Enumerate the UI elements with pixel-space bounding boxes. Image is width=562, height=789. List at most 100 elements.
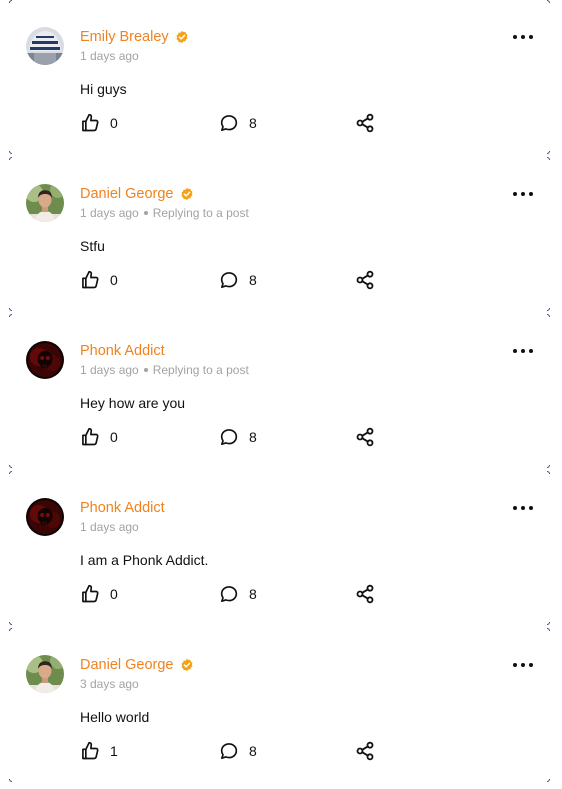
comment-button[interactable]: 8 xyxy=(219,741,257,761)
more-horizontal-icon xyxy=(513,192,517,196)
card-corner xyxy=(547,471,550,474)
post-text: Hi guys xyxy=(80,81,127,97)
author-row: Emily Brealey xyxy=(80,28,189,46)
comment-button[interactable]: 8 xyxy=(219,270,257,290)
like-count: 0 xyxy=(110,272,118,288)
more-horizontal-icon xyxy=(513,349,517,353)
like-button[interactable]: 0 xyxy=(80,427,118,447)
post-text: I am a Phonk Addict. xyxy=(80,552,209,568)
post-timestamp: 1 days ago xyxy=(80,363,139,377)
author-name[interactable]: Phonk Addict xyxy=(80,342,165,360)
comment-count: 8 xyxy=(249,115,257,131)
post-meta: 3 days ago xyxy=(80,677,139,691)
post-actions: 0 8 xyxy=(80,113,380,133)
card-corner xyxy=(547,0,550,3)
like-button[interactable]: 0 xyxy=(80,113,118,133)
more-horizontal-icon xyxy=(529,506,533,510)
author-row: Phonk Addict xyxy=(80,342,165,360)
more-options-button[interactable] xyxy=(513,661,533,669)
post-card: Phonk Addict 1 days ago Replying to a po… xyxy=(0,314,562,471)
more-horizontal-icon xyxy=(521,663,525,667)
thumbs-up-icon xyxy=(80,584,100,604)
post-meta: 1 days ago Replying to a post xyxy=(80,363,249,377)
post-actions: 0 8 xyxy=(80,584,380,604)
post-actions: 0 8 xyxy=(80,270,380,290)
post-text: Hey how are you xyxy=(80,395,186,411)
card-corner xyxy=(547,157,550,160)
meta-separator-dot xyxy=(143,368,148,372)
comment-bubble-icon xyxy=(219,427,239,447)
author-name[interactable]: Daniel George xyxy=(80,656,174,674)
share-button[interactable] xyxy=(355,427,375,447)
card-corner xyxy=(9,308,12,311)
post-feed: Emily Brealey 1 days ago Hi guys 0 8 Dan… xyxy=(0,0,562,785)
author-name[interactable]: Emily Brealey xyxy=(80,28,169,46)
card-corner xyxy=(9,622,12,625)
post-card: Phonk Addict 1 days ago I am a Phonk Add… xyxy=(0,471,562,628)
comment-button[interactable]: 8 xyxy=(219,113,257,133)
share-button[interactable] xyxy=(355,270,375,290)
card-corner xyxy=(9,0,12,3)
comment-bubble-icon xyxy=(219,270,239,290)
card-corner xyxy=(9,157,12,160)
author-name[interactable]: Phonk Addict xyxy=(80,499,165,517)
more-horizontal-icon xyxy=(521,349,525,353)
comment-button[interactable]: 8 xyxy=(219,584,257,604)
post-card: Emily Brealey 1 days ago Hi guys 0 8 xyxy=(0,0,562,157)
like-count: 1 xyxy=(110,743,118,759)
thumbs-up-icon xyxy=(80,270,100,290)
avatar[interactable] xyxy=(26,655,64,693)
more-horizontal-icon xyxy=(513,35,517,39)
more-options-button[interactable] xyxy=(513,33,533,41)
verified-badge-icon xyxy=(180,187,194,201)
avatar[interactable] xyxy=(26,498,64,536)
more-horizontal-icon xyxy=(513,663,517,667)
like-button[interactable]: 0 xyxy=(80,584,118,604)
card-corner xyxy=(9,471,12,474)
more-horizontal-icon xyxy=(521,506,525,510)
card-corner xyxy=(9,779,12,782)
post-meta: 1 days ago Replying to a post xyxy=(80,206,249,220)
thumbs-up-icon xyxy=(80,113,100,133)
card-corner xyxy=(547,622,550,625)
card-corner xyxy=(547,628,550,631)
like-count: 0 xyxy=(110,429,118,445)
card-corner xyxy=(9,628,12,631)
author-name[interactable]: Daniel George xyxy=(80,185,174,203)
share-icon xyxy=(355,113,375,133)
card-corner xyxy=(547,308,550,311)
author-row: Daniel George xyxy=(80,185,194,203)
thumbs-up-icon xyxy=(80,427,100,447)
more-options-button[interactable] xyxy=(513,347,533,355)
comment-count: 8 xyxy=(249,272,257,288)
share-button[interactable] xyxy=(355,113,375,133)
share-button[interactable] xyxy=(355,741,375,761)
more-horizontal-icon xyxy=(529,192,533,196)
avatar[interactable] xyxy=(26,27,64,65)
more-horizontal-icon xyxy=(521,192,525,196)
reply-note[interactable]: Replying to a post xyxy=(153,363,249,377)
share-icon xyxy=(355,270,375,290)
comment-bubble-icon xyxy=(219,741,239,761)
share-icon xyxy=(355,584,375,604)
more-horizontal-icon xyxy=(513,506,517,510)
card-corner xyxy=(547,151,550,154)
comment-button[interactable]: 8 xyxy=(219,427,257,447)
avatar[interactable] xyxy=(26,184,64,222)
card-corner xyxy=(9,151,12,154)
author-row: Phonk Addict xyxy=(80,499,165,517)
more-options-button[interactable] xyxy=(513,190,533,198)
post-card: Daniel George 3 days ago Hello world 1 8 xyxy=(0,628,562,785)
share-button[interactable] xyxy=(355,584,375,604)
post-text: Stfu xyxy=(80,238,105,254)
avatar[interactable] xyxy=(26,341,64,379)
like-count: 0 xyxy=(110,586,118,602)
more-options-button[interactable] xyxy=(513,504,533,512)
post-timestamp: 3 days ago xyxy=(80,677,139,691)
like-button[interactable]: 0 xyxy=(80,270,118,290)
comment-bubble-icon xyxy=(219,584,239,604)
like-button[interactable]: 1 xyxy=(80,741,118,761)
share-icon xyxy=(355,741,375,761)
verified-badge-icon xyxy=(175,30,189,44)
reply-note[interactable]: Replying to a post xyxy=(153,206,249,220)
